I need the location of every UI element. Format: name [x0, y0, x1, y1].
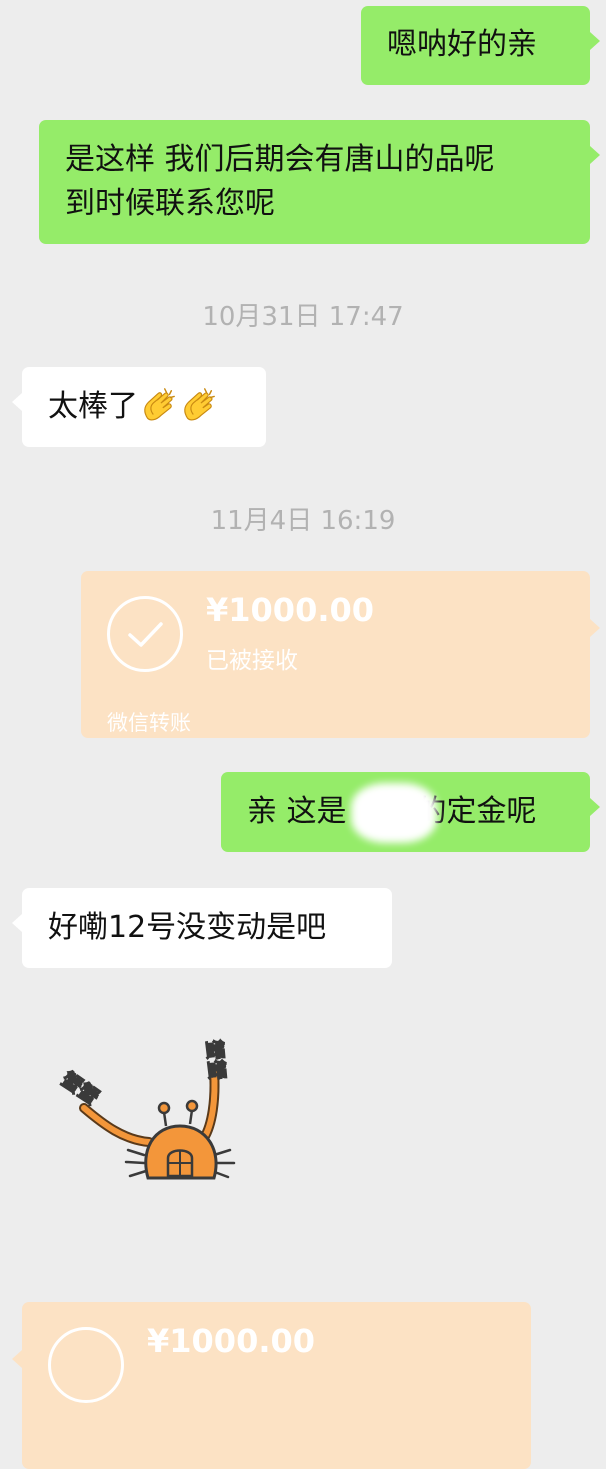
redacted-area	[351, 783, 437, 843]
sticker-text: 蟹蟹	[57, 1067, 104, 1110]
timestamp: 10月31日 17:47	[202, 302, 404, 332]
bubble-tail	[590, 619, 600, 637]
bubble-tail	[12, 914, 22, 932]
crab-sticker[interactable]: 蟹蟹 蟹蟹	[44, 1030, 254, 1190]
message-text: 太棒了	[48, 389, 138, 424]
transfer-label: 微信转账	[107, 711, 191, 735]
outgoing-message[interactable]: 亲 这是 的定金呢	[221, 772, 600, 852]
message-text-line: 到时候联系您呢	[65, 186, 275, 221]
bubble-tail	[590, 798, 600, 816]
transfer-amount: ¥1000.00	[147, 1322, 316, 1360]
transfer-status: 已被接收	[206, 648, 298, 674]
outgoing-message[interactable]: 是这样 我们后期会有唐山的品呢 到时候联系您呢	[39, 120, 600, 244]
transfer-amount: ¥1000.00	[206, 591, 375, 629]
incoming-message[interactable]: 太棒了	[12, 367, 266, 447]
check-circle-icon	[48, 1327, 124, 1403]
clapping-hands-icon	[184, 388, 215, 421]
message-text: 好嘞12号没变动是吧	[48, 910, 327, 945]
message-text-line: 是这样 我们后期会有唐山的品呢	[65, 142, 495, 177]
message-text: 嗯呐好的亲	[387, 27, 537, 62]
message-text-prefix: 亲 这是	[247, 794, 347, 829]
timestamp: 11月4日 16:19	[210, 506, 396, 536]
incoming-message[interactable]: 好嘞12号没变动是吧	[12, 888, 392, 968]
wechat-transfer-card[interactable]: ¥1000.00	[12, 1302, 531, 1469]
bubble-tail	[590, 146, 600, 164]
outgoing-message[interactable]: 嗯呐好的亲	[361, 6, 600, 85]
bubble-tail	[590, 32, 600, 50]
sticker-text: 蟹蟹	[202, 1039, 229, 1081]
bubble-tail	[12, 393, 22, 411]
clapping-hands-icon	[144, 388, 175, 421]
check-circle-icon	[107, 596, 183, 672]
wechat-transfer-card[interactable]: ¥1000.00 已被接收 微信转账	[81, 571, 600, 738]
bubble-tail	[12, 1350, 22, 1368]
